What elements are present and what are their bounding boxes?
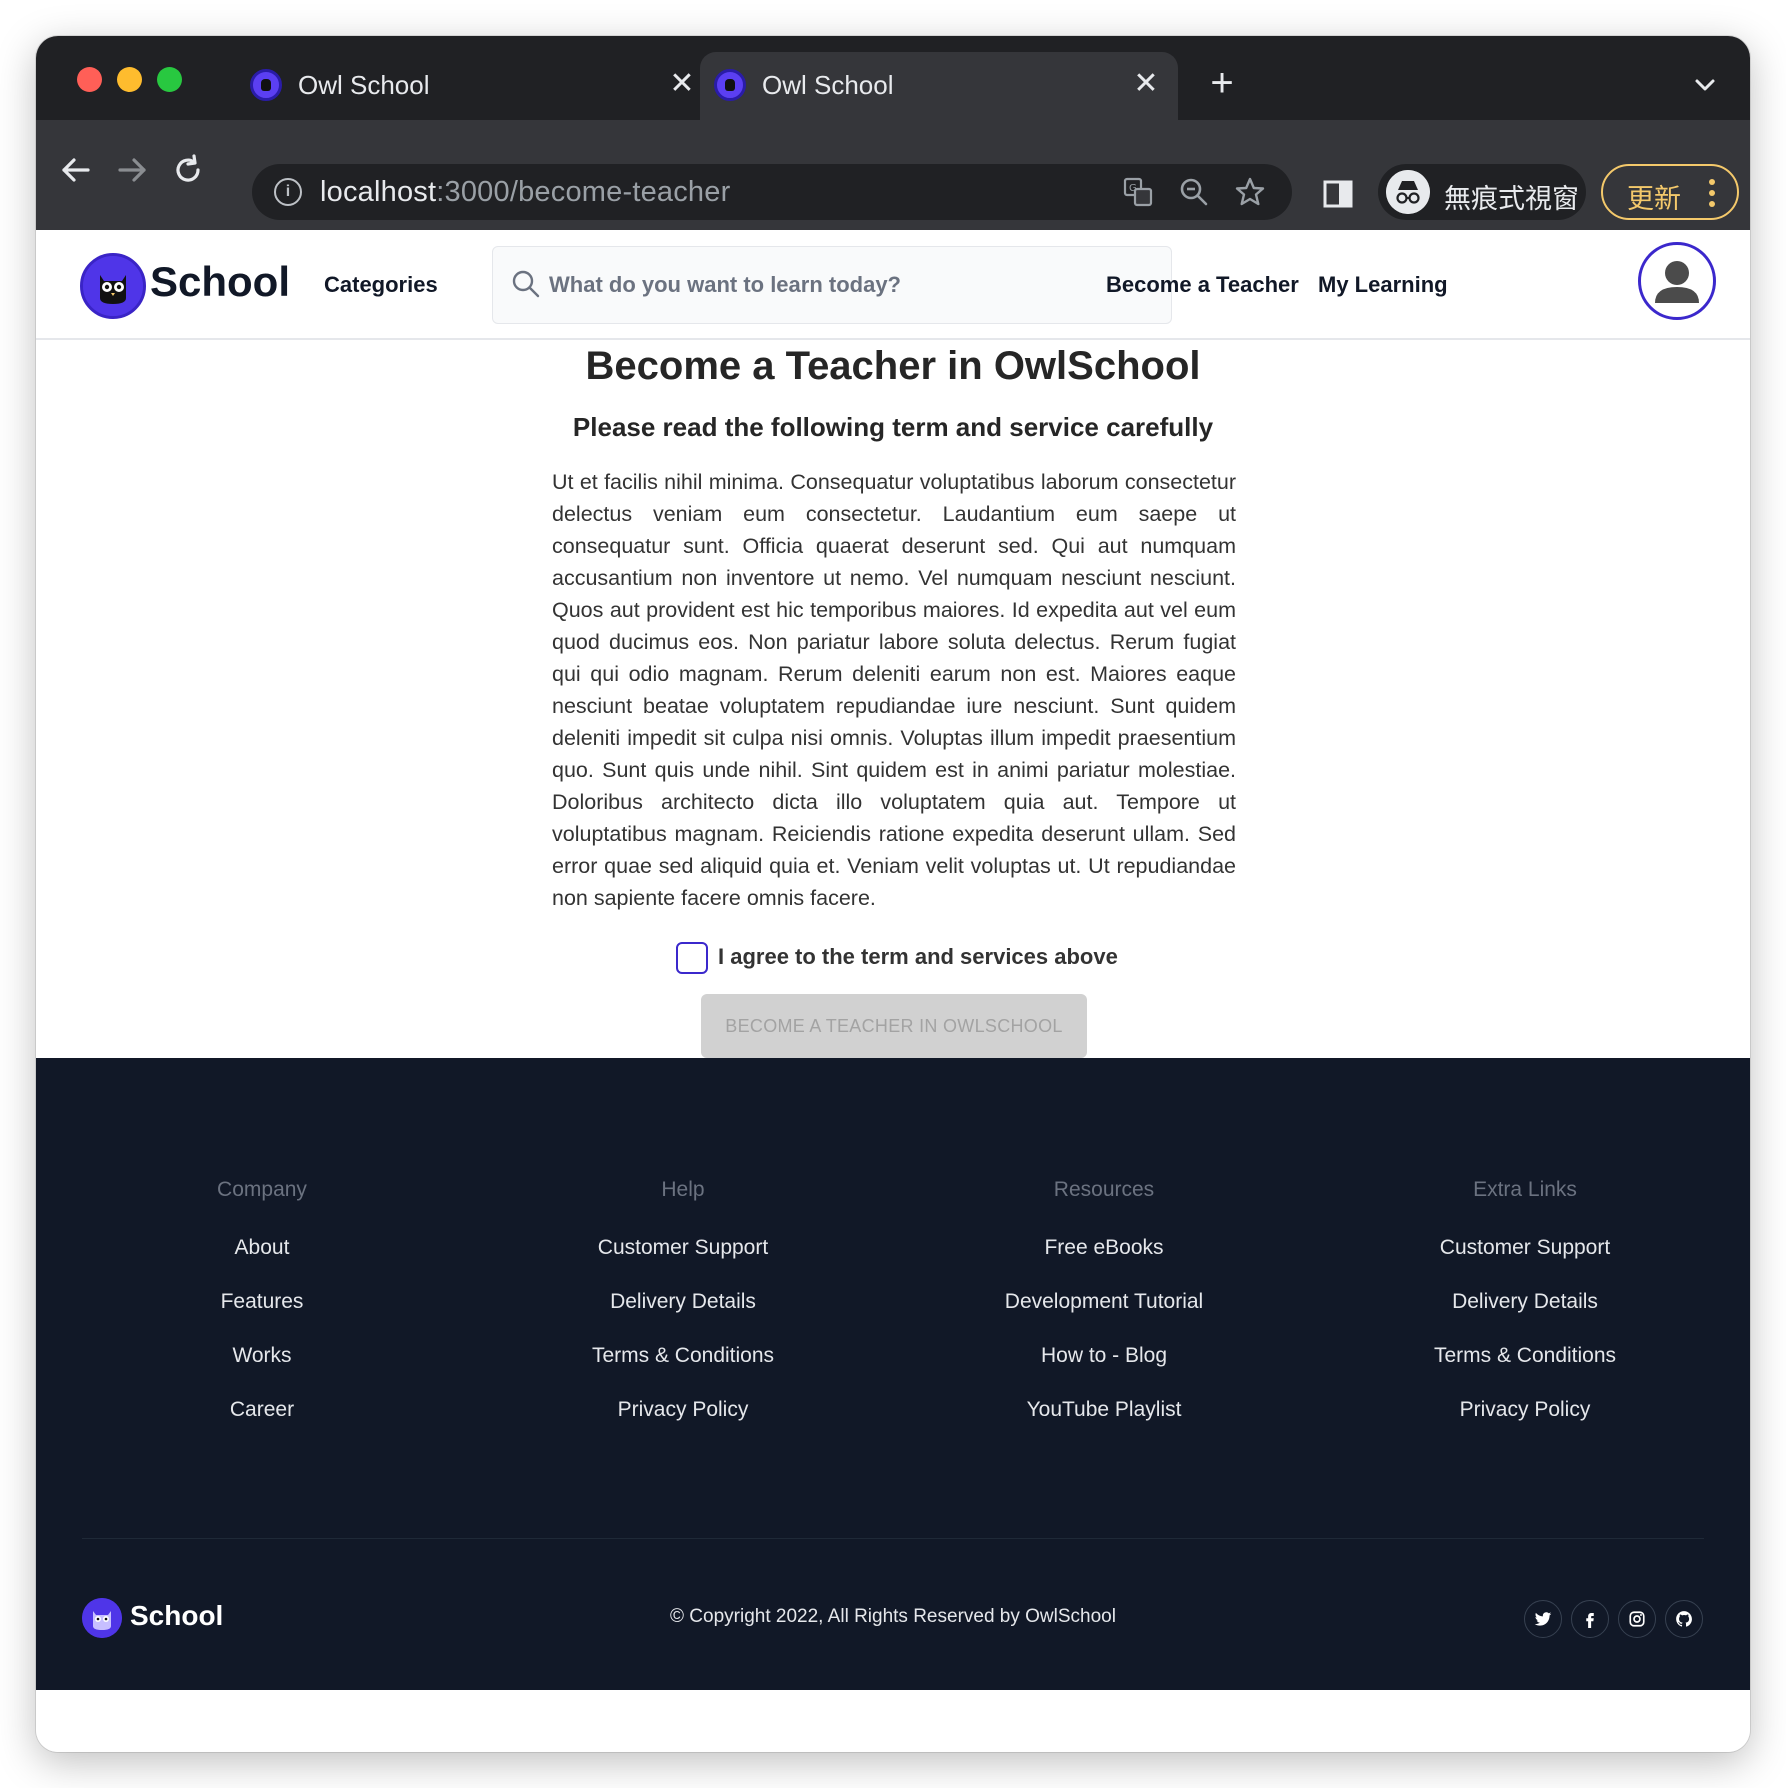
site-info-icon[interactable]: i — [274, 178, 302, 206]
footer-column-help: Help Customer Support Delivery Details T… — [473, 1178, 893, 1426]
browser-toolbar: i localhost:3000/become-teacher G 無痕式視窗 … — [36, 120, 1750, 230]
browser-tab-1[interactable]: Owl School ✕ — [236, 52, 714, 120]
page-title: Become a Teacher in OwlSchool — [585, 344, 1201, 388]
zoom-out-icon[interactable] — [1178, 176, 1210, 208]
close-tab-icon[interactable]: ✕ — [664, 66, 700, 102]
more-vert-icon — [1709, 179, 1715, 207]
page-subtitle: Please read the following term and servi… — [572, 412, 1214, 442]
reload-icon[interactable] — [166, 148, 210, 192]
footer-column-resources: Resources Free eBooks Development Tutori… — [894, 1178, 1314, 1426]
footer-column-company: Company About Features Works Career — [52, 1178, 472, 1426]
site-header: School Categories Become a Teacher My Le… — [36, 230, 1750, 340]
minimize-window-button[interactable] — [117, 67, 142, 92]
page-content: School Categories Become a Teacher My Le… — [36, 230, 1750, 1752]
forward-arrow-icon[interactable] — [110, 148, 154, 192]
twitter-link[interactable] — [1524, 1600, 1562, 1638]
github-icon — [1676, 1611, 1692, 1627]
my-learning-link[interactable]: My Learning — [1318, 272, 1448, 298]
footer-link[interactable]: Customer Support — [473, 1232, 893, 1264]
footer-heading: Company — [217, 1178, 307, 1201]
back-arrow-icon[interactable] — [54, 148, 98, 192]
site-footer: Company About Features Works Career Help… — [36, 1058, 1750, 1690]
footer-link[interactable]: Career — [52, 1394, 472, 1426]
url-text: localhost:3000/become-teacher — [320, 176, 730, 209]
new-tab-button[interactable]: + — [1202, 63, 1242, 104]
footer-link[interactable]: About — [52, 1232, 472, 1264]
svg-text:G: G — [1129, 183, 1137, 194]
translate-icon[interactable]: G — [1122, 176, 1154, 208]
search-icon — [512, 270, 540, 298]
footer-link[interactable]: YouTube Playlist — [894, 1394, 1314, 1426]
footer-link[interactable]: Terms & Conditions — [473, 1340, 893, 1372]
footer-divider — [82, 1538, 1704, 1539]
url-path: :3000/become-teacher — [436, 176, 731, 208]
owl-logo-icon[interactable] — [80, 253, 146, 319]
brand-name[interactable]: School — [150, 258, 290, 306]
address-bar[interactable]: i localhost:3000/become-teacher G — [252, 164, 1292, 220]
side-panel-icon[interactable] — [1323, 179, 1353, 209]
footer-link[interactable]: Delivery Details — [473, 1286, 893, 1318]
footer-heading: Extra Links — [1473, 1178, 1577, 1201]
github-link[interactable] — [1665, 1600, 1703, 1638]
incognito-indicator[interactable]: 無痕式視窗 — [1378, 164, 1586, 220]
url-host: localhost — [320, 176, 437, 208]
footer-heading: Resources — [1053, 1178, 1155, 1201]
footer-link[interactable]: Customer Support — [1315, 1232, 1735, 1264]
instagram-link[interactable] — [1618, 1600, 1656, 1638]
update-label: 更新 — [1627, 184, 1681, 215]
user-avatar-icon[interactable] — [1638, 242, 1716, 320]
tab-title: Owl School — [298, 70, 430, 100]
update-button[interactable]: 更新 — [1601, 164, 1739, 220]
bookmark-star-icon[interactable] — [1234, 176, 1266, 208]
owl-favicon-icon — [714, 69, 746, 101]
chevron-down-icon[interactable] — [1690, 70, 1720, 100]
agree-label[interactable]: I agree to the term and services above — [718, 944, 1118, 970]
footer-link[interactable]: Works — [52, 1340, 472, 1372]
footer-link[interactable]: Features — [52, 1286, 472, 1318]
search-bar[interactable] — [492, 246, 1172, 324]
become-teacher-link[interactable]: Become a Teacher — [1106, 272, 1299, 298]
terms-text: Ut et facilis nihil minima. Consequatur … — [552, 470, 1236, 910]
agree-checkbox[interactable] — [676, 942, 708, 974]
close-window-button[interactable] — [77, 67, 102, 92]
facebook-icon — [1586, 1613, 1594, 1628]
incognito-label: 無痕式視窗 — [1444, 184, 1579, 215]
instagram-icon — [1629, 1611, 1645, 1627]
footer-link[interactable]: How to - Blog — [894, 1340, 1314, 1372]
footer-link[interactable]: Development Tutorial — [894, 1286, 1314, 1318]
become-teacher-button[interactable]: BECOME A TEACHER IN OWLSCHOOL — [701, 994, 1087, 1058]
footer-link[interactable]: Delivery Details — [1315, 1286, 1735, 1318]
close-tab-icon[interactable]: ✕ — [1128, 66, 1164, 102]
maximize-window-button[interactable] — [157, 67, 182, 92]
footer-heading: Help — [661, 1178, 705, 1201]
browser-tab-2[interactable]: Owl School ✕ — [700, 52, 1178, 120]
categories-menu[interactable]: Categories — [324, 272, 438, 298]
owl-favicon-icon — [250, 69, 282, 101]
search-input[interactable] — [549, 267, 1149, 303]
tab-bar: Owl School ✕ Owl School ✕ + — [36, 36, 1750, 120]
footer-column-extra-links: Extra Links Customer Support Delivery De… — [1315, 1178, 1735, 1426]
copyright-text: © Copyright 2022, All Rights Reserved by… — [670, 1606, 1116, 1627]
footer-link[interactable]: Privacy Policy — [1315, 1394, 1735, 1426]
incognito-icon — [1386, 170, 1430, 214]
tab-title: Owl School — [762, 70, 894, 100]
twitter-icon — [1534, 1612, 1552, 1626]
footer-link[interactable]: Privacy Policy — [473, 1394, 893, 1426]
footer-link[interactable]: Terms & Conditions — [1315, 1340, 1735, 1372]
footer-link[interactable]: Free eBooks — [894, 1232, 1314, 1264]
browser-window: Owl School ✕ Owl School ✕ + i localhost:… — [36, 36, 1750, 1752]
facebook-link[interactable] — [1571, 1600, 1609, 1638]
